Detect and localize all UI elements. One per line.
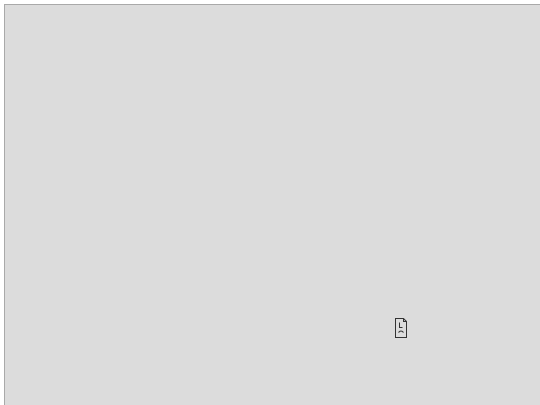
page-frame [0,0,540,405]
broken-image-icon [394,317,410,341]
content-area [4,4,540,405]
